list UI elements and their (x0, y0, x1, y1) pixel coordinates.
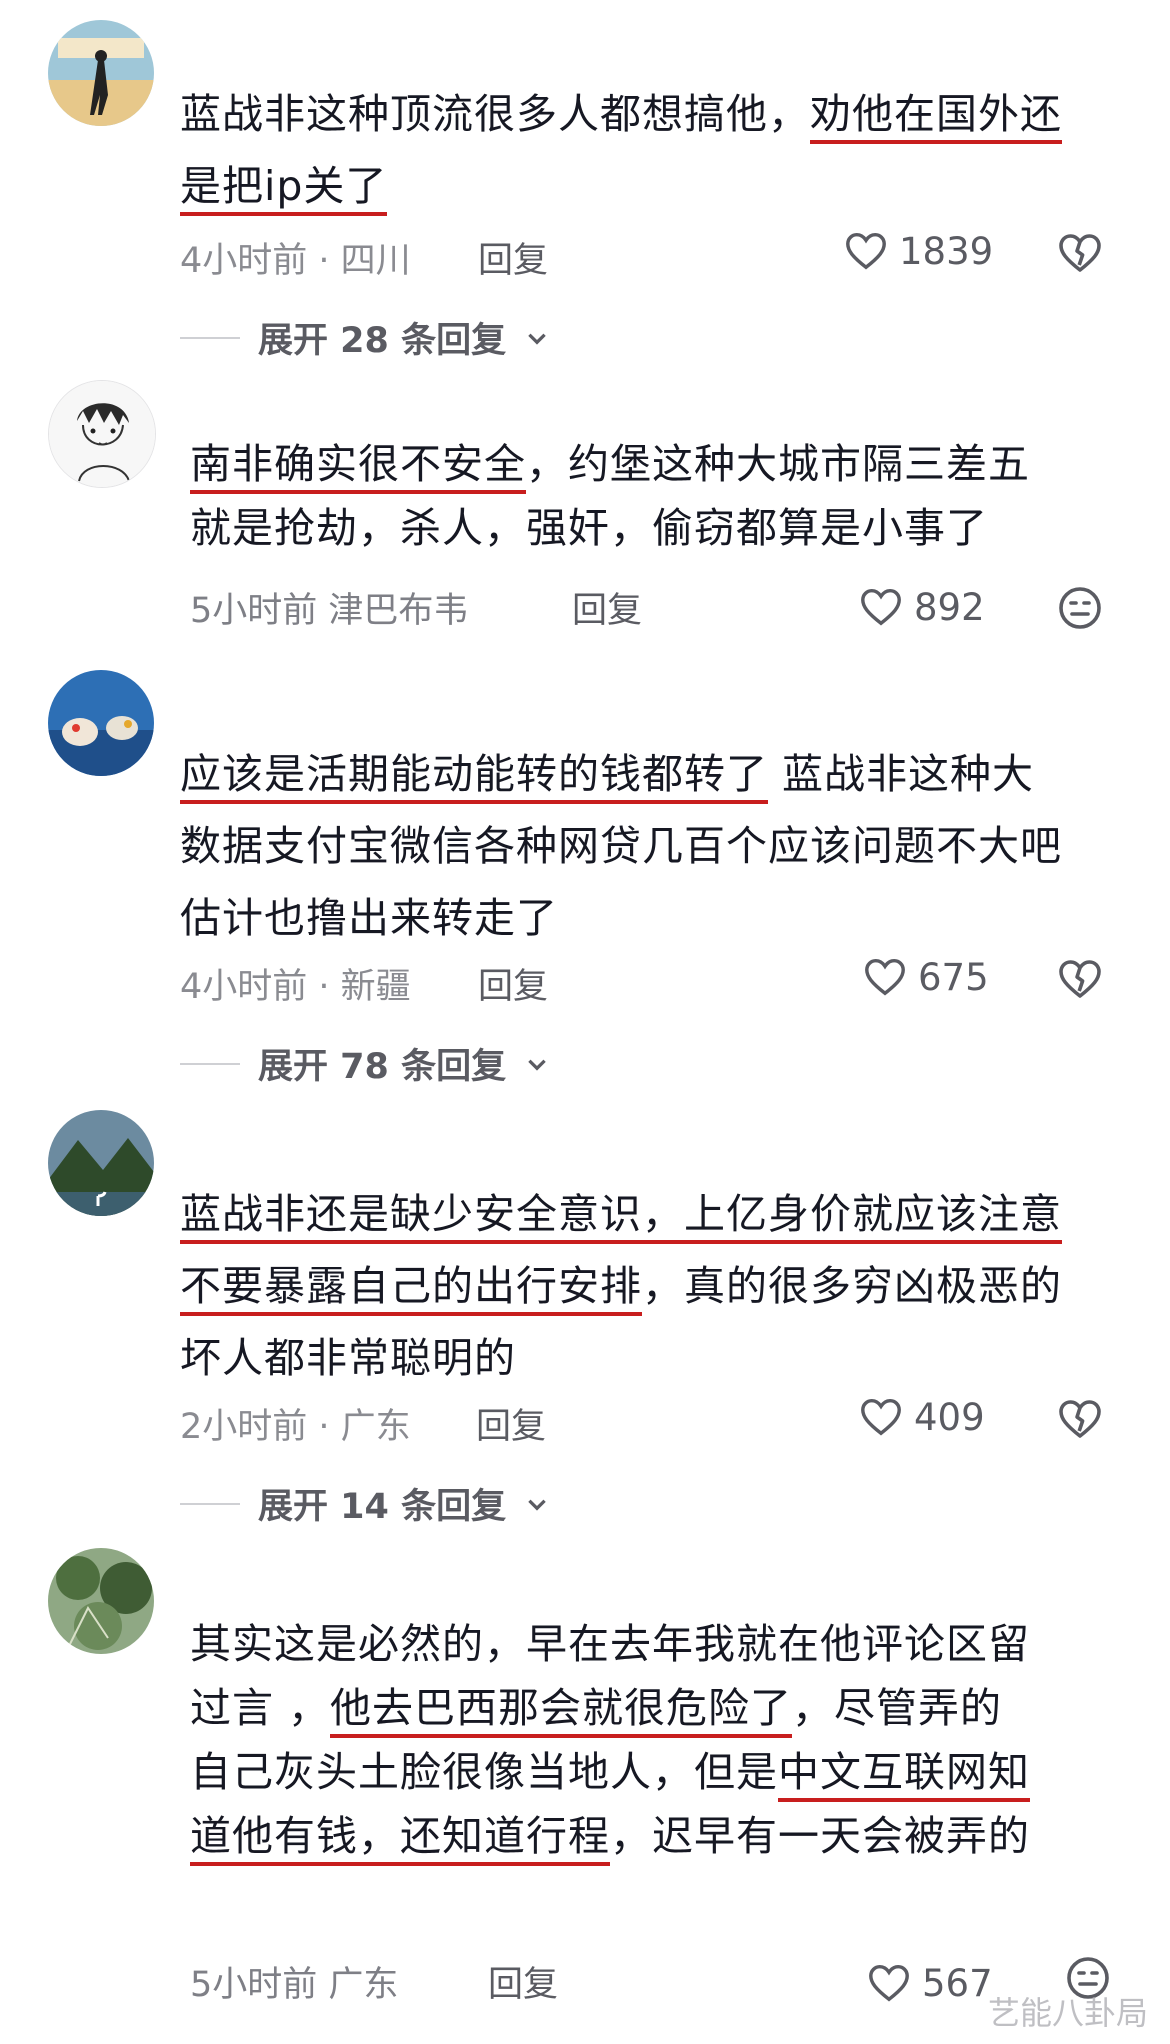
expand-label: 展开 78 条回复 (258, 1047, 507, 1087)
avatar[interactable] (48, 670, 154, 776)
smile-face-icon[interactable] (1056, 584, 1104, 632)
text-segment: 蓝战非这种顶流很多人都想搞他， (180, 90, 810, 138)
text-segment: 坏人都非常聪明的 (180, 1334, 516, 1382)
divider (180, 336, 240, 339)
like-count: 409 (914, 1395, 985, 1439)
divider (180, 1062, 240, 1065)
expand-replies-button[interactable]: 展开 28 条回复 (180, 312, 550, 363)
comment-meta: 4小时前 · 四川 (180, 241, 411, 281)
comment-line: 蓝战非这种顶流很多人都想搞他，劝他在国外还 (180, 78, 1062, 150)
expand-replies-button[interactable]: 展开 78 条回复 (180, 1038, 550, 1089)
broken-heart-icon[interactable] (1056, 229, 1104, 277)
comment-text: 应该是活期能动能转的钱都转了 蓝战非这种大 数据支付宝微信各种网贷几百个应该问题… (180, 738, 1062, 954)
heart-icon (846, 232, 886, 270)
reply-button[interactable]: 回复 (478, 232, 548, 283)
highlighted-text-segment: 不要暴露自己的出行安排 (180, 1262, 642, 1316)
text-segment: ，尽管弄的 (792, 1684, 1003, 1732)
chevron-down-icon (528, 1499, 546, 1511)
watermark-text: 艺能八卦局 (987, 1994, 1148, 2032)
expand-label: 展开 28 条回复 (258, 321, 507, 361)
like-button[interactable]: 567 (866, 1960, 993, 2006)
like-count: 567 (922, 1961, 993, 2005)
comment-text: 南非确实很不安全，约堡这种大城市隔三差五 就是抢劫，杀人，强奸，偷窃都算是小事了 (190, 432, 1030, 560)
heart-icon (861, 588, 901, 626)
comment-line: 其实这是必然的，早在去年我就在他评论区留 (190, 1612, 1030, 1676)
reply-button[interactable]: 回复 (572, 582, 642, 633)
comment-line: 坏人都非常聪明的 (180, 1322, 1062, 1394)
heart-icon (861, 1398, 901, 1436)
comment-line: 数据支付宝微信各种网贷几百个应该问题不大吧 (180, 810, 1062, 882)
like-count: 675 (918, 955, 989, 999)
comment-line: 道他有钱，还知道行程，迟早有一天会被弄的 (190, 1804, 1030, 1868)
comment-meta: 4小时前 · 新疆 (180, 967, 411, 1007)
text-segment: ，真的很多穷凶极恶的 (642, 1262, 1062, 1310)
chevron-down-icon (528, 333, 546, 345)
comment-line: 不要暴露自己的出行安排，真的很多穷凶极恶的 (180, 1250, 1062, 1322)
avatar[interactable] (48, 380, 156, 488)
chevron-down-icon (528, 1059, 546, 1071)
text-segment: 自己灰头土脸很像当地人，但是 (190, 1748, 778, 1796)
comment-line: 应该是活期能动能转的钱都转了 蓝战非这种大 (180, 738, 1062, 810)
avatar[interactable] (48, 20, 154, 126)
comment-line: 自己灰头土脸很像当地人，但是中文互联网知 (190, 1740, 1030, 1804)
broken-heart-icon[interactable] (1056, 955, 1104, 1003)
highlighted-text-segment: 应该是活期能动能转的钱都转了 (180, 750, 768, 804)
highlighted-text-segment: 道他有钱，还知道行程 (190, 1812, 610, 1866)
heart-icon (865, 958, 905, 996)
avatar[interactable] (48, 1110, 154, 1216)
comment-line: 是把ip关了 (180, 150, 1062, 222)
text-segment: ，迟早有一天会被弄的 (610, 1812, 1030, 1860)
reply-button[interactable]: 回复 (488, 1956, 558, 2007)
avatar[interactable] (48, 1548, 154, 1654)
text-segment: 蓝战非这种大 (768, 750, 1035, 798)
expand-label: 展开 14 条回复 (258, 1487, 507, 1527)
comment-text: 蓝战非这种顶流很多人都想搞他，劝他在国外还 是把ip关了 (180, 78, 1062, 222)
text-segment: 估计也撸出来转走了 (180, 894, 558, 942)
highlighted-text-segment: 他去巴西那会就很危险了 (330, 1684, 793, 1738)
highlighted-text-segment: 是把ip关了 (180, 162, 388, 216)
expand-replies-button[interactable]: 展开 14 条回复 (180, 1478, 550, 1529)
like-count: 1839 (899, 229, 994, 273)
comment-line: 蓝战非还是缺少安全意识，上亿身价就应该注意 (180, 1178, 1062, 1250)
text-segment: 过言 ， (190, 1684, 331, 1732)
reply-button[interactable]: 回复 (478, 958, 548, 1009)
broken-heart-icon[interactable] (1056, 1395, 1104, 1443)
like-count: 892 (914, 585, 985, 629)
comment-meta: 5小时前 广东 (190, 1965, 399, 2005)
comment-text: 其实这是必然的，早在去年我就在他评论区留 过言 ，他去巴西那会就很危险了，尽管弄… (190, 1612, 1030, 1868)
highlighted-text-segment: 中文互联网知 (778, 1748, 1030, 1802)
comment-line: 估计也撸出来转走了 (180, 882, 1062, 954)
like-button[interactable]: 892 (858, 584, 985, 630)
highlighted-text-segment: 南非确实很不安全 (190, 440, 526, 494)
comment-line: 过言 ，他去巴西那会就很危险了，尽管弄的 (190, 1676, 1030, 1740)
text-segment: 就是抢劫，杀人，强奸，偷窃都算是小事了 (190, 504, 988, 552)
like-button[interactable]: 409 (858, 1394, 985, 1440)
highlighted-text-segment: 蓝战非还是缺少安全意识，上亿身价就应该注意 (180, 1190, 1062, 1244)
highlighted-text-segment: 劝他在国外还 (810, 90, 1062, 144)
text-segment: 其实这是必然的，早在去年我就在他评论区留 (190, 1620, 1030, 1668)
comment-line: 就是抢劫，杀人，强奸，偷窃都算是小事了 (190, 496, 1030, 560)
text-segment: ，约堡这种大城市隔三差五 (526, 440, 1030, 488)
divider (180, 1502, 240, 1505)
comment-meta: 5小时前 津巴布韦 (190, 591, 469, 631)
like-button[interactable]: 675 (862, 954, 989, 1000)
like-button[interactable]: 1839 (843, 228, 993, 274)
reply-button[interactable]: 回复 (476, 1398, 546, 1449)
text-segment: 数据支付宝微信各种网贷几百个应该问题不大吧 (180, 822, 1062, 870)
heart-icon (869, 1964, 909, 2002)
comment-text: 蓝战非还是缺少安全意识，上亿身价就应该注意 不要暴露自己的出行安排，真的很多穷凶… (180, 1178, 1062, 1394)
comment-meta: 2小时前 · 广东 (180, 1407, 411, 1447)
comment-line: 南非确实很不安全，约堡这种大城市隔三差五 (190, 432, 1030, 496)
